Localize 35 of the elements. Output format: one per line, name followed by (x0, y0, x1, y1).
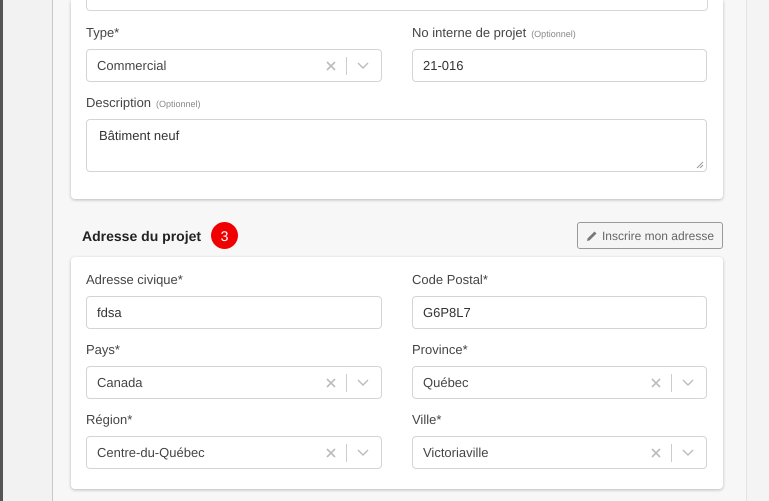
clear-icon[interactable] (651, 378, 661, 388)
section-title: Adresse du projet (82, 228, 202, 244)
clear-icon[interactable] (651, 448, 661, 458)
select-field[interactable]: Victoriaville (412, 436, 707, 469)
input-field[interactable]: fdsa (86, 296, 382, 329)
chevron-down-icon[interactable] (682, 379, 694, 386)
enter-address-button[interactable]: Inscrire mon adresse (576, 222, 723, 249)
clear-icon[interactable] (326, 448, 336, 458)
chevron-down-icon[interactable] (357, 62, 369, 69)
clear-icon[interactable] (326, 378, 336, 388)
field-label: Région* (86, 412, 132, 427)
field-label: Description (86, 95, 152, 110)
field-label: No interne de projet (412, 25, 526, 40)
select-field[interactable]: Canada (86, 366, 382, 399)
optional-hint: (Optionnel) (156, 99, 201, 109)
field-label: Ville* (412, 412, 442, 427)
select-field[interactable]: Commercial (86, 49, 382, 82)
field-label: Code Postal* (412, 272, 488, 287)
input-field[interactable]: G6P8L7 (412, 296, 707, 329)
resize-grip-icon[interactable] (696, 161, 704, 169)
pencil-icon (586, 230, 598, 242)
select-field[interactable]: Centre-du-Québec (86, 436, 382, 469)
field-label: Pays* (86, 342, 120, 357)
field-label: Adresse civique* (86, 272, 183, 287)
input-field[interactable]: 21-016 (412, 49, 707, 82)
optional-hint: (Optionnel) (531, 29, 576, 39)
count-badge: 3 (211, 222, 238, 249)
text-area[interactable]: Bâtiment neuf (86, 119, 707, 172)
clear-icon[interactable] (326, 60, 336, 70)
field-label: Province* (412, 342, 468, 357)
chevron-down-icon[interactable] (357, 379, 369, 386)
select-field[interactable]: Québec (412, 366, 707, 399)
chevron-down-icon[interactable] (682, 449, 694, 456)
field-label: Type* (86, 25, 120, 40)
chevron-down-icon[interactable] (357, 449, 369, 456)
